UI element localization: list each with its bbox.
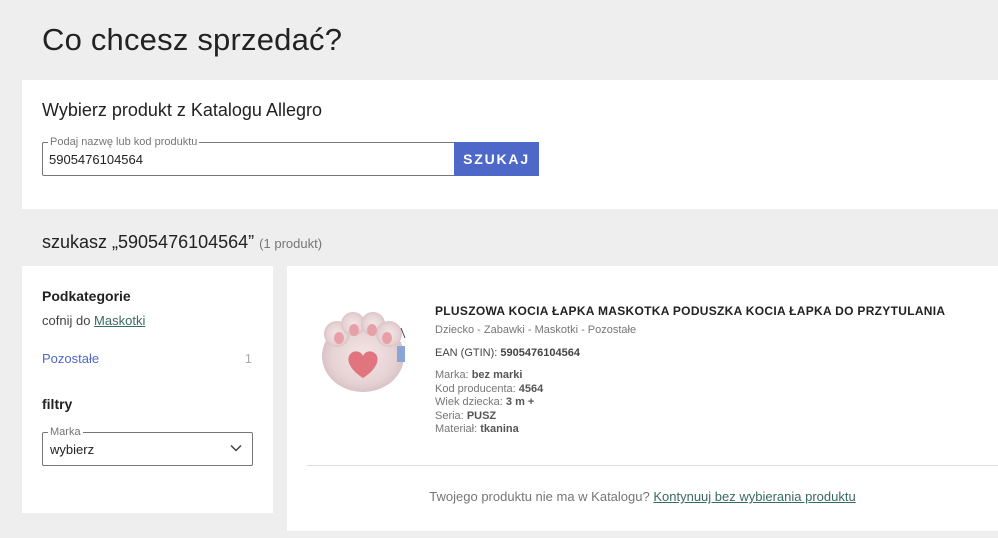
attribute-value: tkanina: [480, 423, 519, 435]
attribute-label: Materiał:: [435, 423, 478, 435]
attribute-row: Materiał: tkanina: [435, 423, 543, 437]
attribute-label: Wiek dziecka:: [435, 396, 503, 408]
attribute-value: 3 m +: [505, 396, 535, 408]
subcategory-item-pozostale[interactable]: Pozostałe: [42, 351, 99, 366]
back-category-link[interactable]: Maskotki: [94, 313, 145, 328]
attribute-label: Kod producenta:: [435, 382, 516, 395]
back-prefix: cofnij do: [42, 313, 91, 328]
product-attributes: Marka: bez marki Kod producenta: 4564 Wi…: [435, 369, 543, 437]
attribute-row: Wiek dziecka: 3 m +: [435, 396, 543, 410]
attribute-label: Marka:: [435, 369, 469, 381]
product-thumbnail-image[interactable]: [317, 306, 413, 396]
search-button[interactable]: SZUKAJ: [454, 142, 539, 176]
attribute-value: PUSZ: [466, 409, 497, 422]
attribute-value: bez marki: [471, 369, 523, 381]
catalog-search-heading: Wybierz produkt z Katalogu Allegro: [42, 100, 322, 120]
search-results: PLUSZOWA KOCIA ŁAPKA MASKOTKA PODUSZKA K…: [287, 266, 998, 531]
brand-filter-value: wybierz: [50, 442, 95, 457]
divider: [307, 465, 998, 466]
product-search-field[interactable]: Podaj nazwę lub kod produktu: [42, 135, 456, 176]
product-category-path: Dziecko - Zabawki - Maskotki - Pozostałe: [435, 324, 637, 336]
continue-without-product-link[interactable]: Kontynuuj bez wybierania produktu: [653, 489, 855, 504]
product-ean: EAN (GTIN): 5905476104564: [435, 347, 580, 359]
attribute-row: Kod producenta: 4564: [435, 383, 543, 397]
chevron-down-icon: [230, 444, 242, 452]
ean-value: 5905476104564: [500, 347, 580, 359]
no-product-question: Twojego produktu nie ma w Katalogu?: [429, 489, 650, 504]
no-product-note: Twojego produktu nie ma w Katalogu? Kont…: [287, 489, 998, 504]
catalog-search-panel: Wybierz produkt z Katalogu Allegro Podaj…: [22, 80, 998, 209]
brand-filter-label: Marka: [48, 425, 83, 439]
attribute-value: 4564: [518, 382, 544, 395]
attribute-label: Seria:: [435, 409, 464, 422]
subcategories-heading: Podkategorie: [42, 288, 131, 304]
back-to-category: cofnij do Maskotki: [42, 313, 145, 328]
product-search-input[interactable]: [49, 143, 449, 175]
ean-label: EAN (GTIN):: [435, 347, 498, 359]
attribute-row: Marka: bez marki: [435, 369, 543, 383]
results-heading: szukasz „5905476104564” (1 produkt): [42, 232, 322, 253]
attribute-row: Seria: PUSZ: [435, 410, 543, 424]
brand-filter-select[interactable]: Marka wybierz: [42, 425, 253, 466]
results-count: (1 produkt): [259, 236, 323, 251]
page-title: Co chcesz sprzedać?: [42, 22, 343, 57]
product-title[interactable]: PLUSZOWA KOCIA ŁAPKA MASKOTKA PODUSZKA K…: [435, 304, 945, 318]
filters-sidebar: Podkategorie cofnij do Maskotki Pozostał…: [22, 266, 273, 513]
results-query: szukasz „5905476104564”: [42, 232, 255, 252]
filters-heading: filtry: [42, 396, 73, 412]
subcategory-count: 1: [244, 351, 252, 366]
